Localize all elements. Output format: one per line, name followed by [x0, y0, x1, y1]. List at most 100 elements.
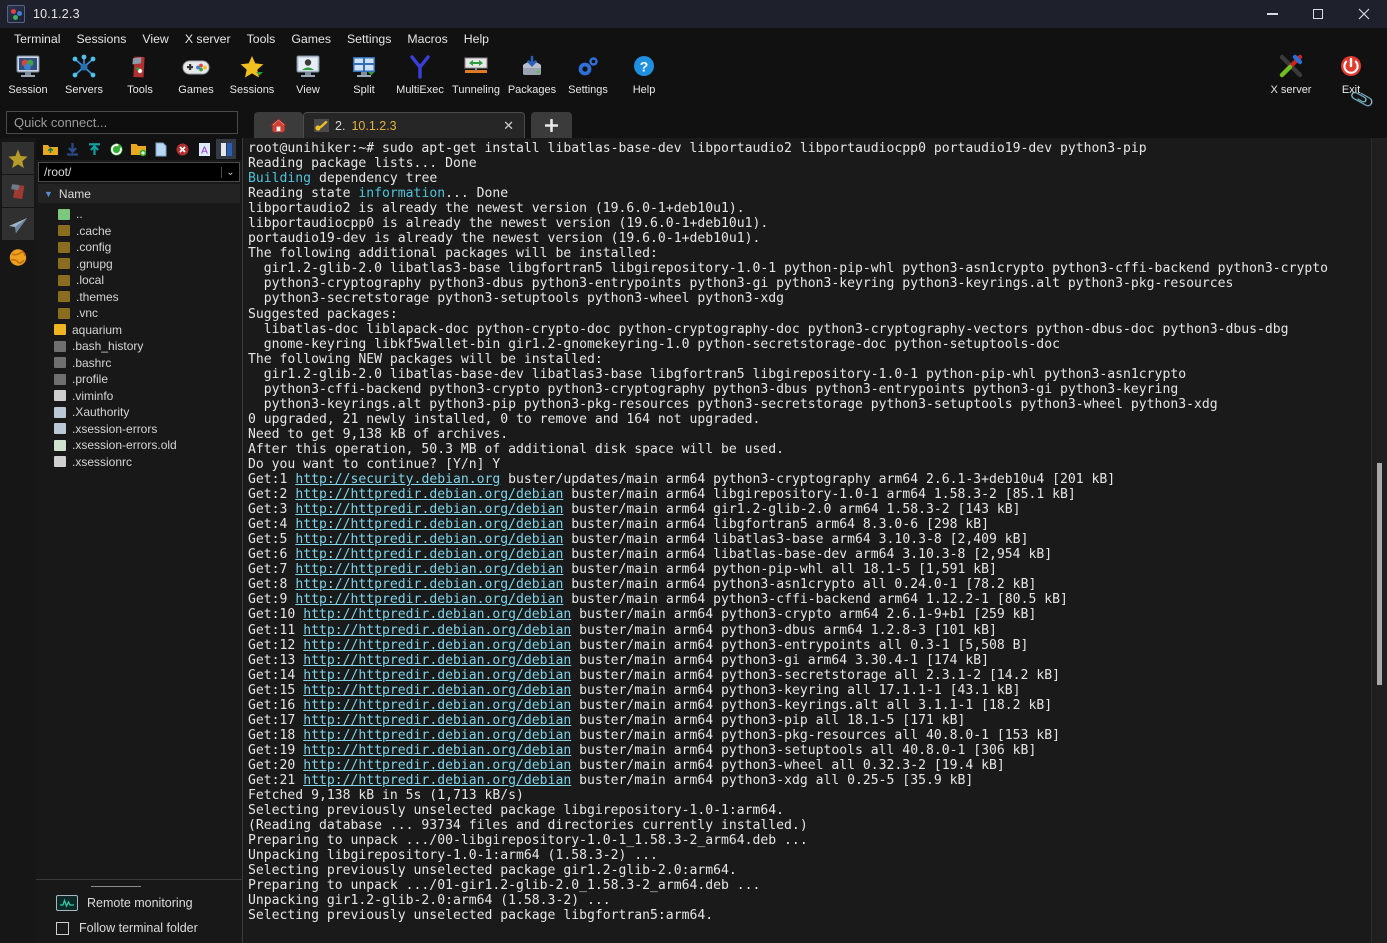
sftp-file-list[interactable]: .. .cache .config .gnupg .local .themes … — [36, 203, 242, 879]
list-item[interactable]: .. — [36, 206, 242, 223]
terminal-url[interactable]: http://httpredir.debian.org/debian — [303, 773, 571, 788]
remote-monitoring-button[interactable]: Remote monitoring — [36, 895, 242, 911]
menu-terminal[interactable]: Terminal — [6, 30, 68, 48]
terminal-line: Get:2 http://httpredir.debian.org/debian… — [248, 487, 1387, 502]
terminal-url[interactable]: http://security.debian.org — [295, 472, 500, 487]
list-item[interactable]: .profile — [36, 371, 242, 388]
follow-terminal-folder-checkbox[interactable] — [56, 921, 69, 935]
toolbar-help-label: Help — [632, 84, 656, 96]
menu-tools[interactable]: Tools — [239, 30, 284, 48]
follow-terminal-folder-row[interactable]: Follow terminal folder — [36, 921, 242, 935]
list-item[interactable]: .vnc — [36, 305, 242, 322]
list-item[interactable]: .xsessionrc — [36, 454, 242, 471]
toolbar-packages-button[interactable]: Packages — [504, 49, 560, 96]
terminal-url[interactable]: http://httpredir.debian.org/debian — [295, 547, 563, 562]
rename-icon[interactable]: A — [194, 139, 214, 159]
scrollbar-thumb[interactable] — [1377, 463, 1382, 685]
terminal-url[interactable]: http://httpredir.debian.org/debian — [303, 653, 571, 668]
menu-macros[interactable]: Macros — [399, 30, 455, 48]
terminal-text: buster/main arm64 libgfortran5 arm64 8.3… — [563, 517, 990, 533]
toolbar-view-button[interactable]: View — [280, 49, 336, 96]
menu-view[interactable]: View — [134, 30, 176, 48]
list-item[interactable]: .gnupg — [36, 256, 242, 273]
menu-games[interactable]: Games — [283, 30, 339, 48]
toolbar-servers-button[interactable]: Servers — [56, 49, 112, 96]
terminal-url[interactable]: http://httpredir.debian.org/debian — [303, 713, 571, 728]
terminal-url[interactable]: http://httpredir.debian.org/debian — [295, 517, 563, 532]
list-item[interactable]: aquarium — [36, 322, 242, 339]
rail-send-button[interactable] — [2, 208, 34, 240]
upload-icon[interactable] — [84, 139, 104, 159]
toolbar-multiexec-button[interactable]: MultiExec — [392, 49, 448, 96]
terminal-url[interactable]: http://httpredir.debian.org/debian — [295, 502, 563, 517]
tab-home[interactable] — [254, 112, 303, 138]
rail-favorites-button[interactable] — [2, 142, 34, 174]
terminal-url[interactable]: http://httpredir.debian.org/debian — [295, 592, 563, 607]
terminal-url[interactable]: http://httpredir.debian.org/debian — [303, 743, 571, 758]
menu-help[interactable]: Help — [456, 30, 497, 48]
terminal-url[interactable]: http://httpredir.debian.org/debian — [303, 638, 571, 653]
new-folder-icon[interactable] — [128, 139, 148, 159]
list-item[interactable]: .xsession-errors.old — [36, 437, 242, 454]
terminal-line: python3-cffi-backend python3-crypto pyth… — [248, 382, 1387, 397]
terminal-line: Unpacking libgirepository-1.0-1:arm64 (1… — [248, 848, 1387, 863]
list-item[interactable]: .bash_history — [36, 338, 242, 355]
chevron-down-icon[interactable]: ⌄ — [221, 166, 239, 178]
terminal-url[interactable]: http://httpredir.debian.org/debian — [295, 532, 563, 547]
list-item[interactable]: .Xauthority — [36, 404, 242, 421]
terminal-url[interactable]: http://httpredir.debian.org/debian — [303, 607, 571, 622]
toolbar-session-button[interactable]: Session — [0, 49, 56, 96]
refresh-icon[interactable] — [106, 139, 126, 159]
toolbar-settings-button[interactable]: Settings — [560, 49, 616, 96]
terminal-url[interactable]: http://httpredir.debian.org/debian — [303, 728, 571, 743]
terminal-line: Need to get 9,138 kB of archives. — [248, 427, 1387, 442]
terminal-url[interactable]: http://httpredir.debian.org/debian — [295, 577, 563, 592]
sftp-path-bar[interactable]: /root/ ⌄ — [38, 162, 240, 182]
menu-sessions[interactable]: Sessions — [68, 30, 134, 48]
terminal-url[interactable]: http://httpredir.debian.org/debian — [303, 758, 571, 773]
tab-close-icon[interactable]: ✕ — [503, 118, 514, 134]
close-button[interactable] — [1341, 0, 1387, 28]
delete-icon[interactable] — [172, 139, 192, 159]
new-tab-button[interactable] — [531, 112, 572, 138]
terminal-url[interactable]: http://httpredir.debian.org/debian — [295, 562, 563, 577]
list-item[interactable]: .local — [36, 272, 242, 289]
toolbar-tools-button[interactable]: Tools — [112, 49, 168, 96]
terminal-scrollbar[interactable] — [1371, 138, 1387, 943]
new-file-icon[interactable] — [150, 139, 170, 159]
list-item[interactable]: .cache — [36, 223, 242, 240]
split-view-icon[interactable] — [216, 139, 236, 159]
list-item[interactable]: .viminfo — [36, 388, 242, 405]
terminal-text: python3-cryptography python3-dbus python… — [248, 276, 1234, 292]
list-item[interactable]: .bashrc — [36, 355, 242, 372]
minimize-button[interactable] — [1249, 0, 1295, 28]
terminal-output[interactable]: root@unihiker:~# sudo apt-get install li… — [243, 138, 1387, 923]
list-item[interactable]: .themes — [36, 289, 242, 306]
sftp-column-header[interactable]: ▼ Name — [38, 184, 240, 203]
toolbar-x-server-button[interactable]: X server — [1261, 49, 1321, 96]
terminal-text: buster/main arm64 python3-pip all 18.1-5… — [571, 712, 966, 728]
maximize-button[interactable] — [1295, 0, 1341, 28]
list-item[interactable]: .config — [36, 239, 242, 256]
toolbar-sessions-button[interactable]: Sessions — [224, 49, 280, 96]
toolbar-exit-button[interactable]: Exit — [1321, 49, 1381, 96]
parent-folder-icon[interactable] — [40, 139, 60, 159]
tab-session-10-1-2-3[interactable]: 2. 10.1.2.3 ✕ — [303, 112, 525, 138]
terminal-url[interactable]: http://httpredir.debian.org/debian — [303, 623, 571, 638]
terminal-url[interactable]: http://httpredir.debian.org/debian — [303, 668, 571, 683]
terminal-url[interactable]: http://httpredir.debian.org/debian — [303, 683, 571, 698]
list-item[interactable]: .xsession-errors — [36, 421, 242, 438]
menu-x-server[interactable]: X server — [177, 30, 239, 48]
quick-connect-input[interactable]: Quick connect... — [6, 111, 238, 134]
download-icon[interactable] — [62, 139, 82, 159]
toolbar-tunneling-button[interactable]: Tunneling — [448, 49, 504, 96]
toolbar-split-button[interactable]: Split — [336, 49, 392, 96]
toolbar-help-button[interactable]: ? Help — [616, 49, 672, 96]
toolbar-games-button[interactable]: Games — [168, 49, 224, 96]
menu-settings[interactable]: Settings — [339, 30, 399, 48]
rail-tools-button[interactable] — [2, 175, 34, 207]
terminal-url[interactable]: http://httpredir.debian.org/debian — [295, 487, 563, 502]
terminal-panel[interactable]: root@unihiker:~# sudo apt-get install li… — [243, 138, 1387, 943]
terminal-url[interactable]: http://httpredir.debian.org/debian — [303, 698, 571, 713]
rail-globe-button[interactable] — [2, 241, 34, 273]
